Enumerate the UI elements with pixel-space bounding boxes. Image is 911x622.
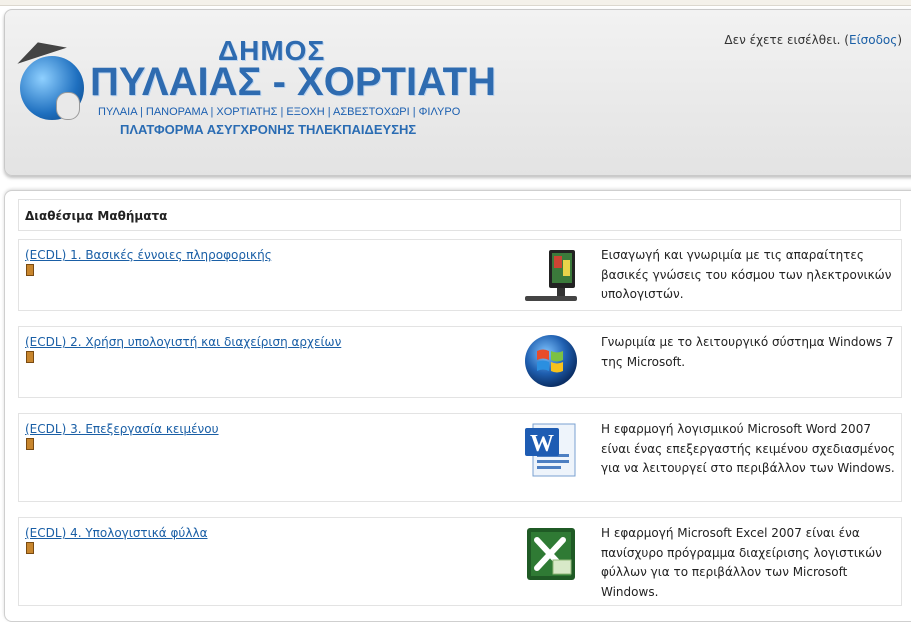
svg-text:W: W: [530, 431, 554, 457]
course-description: Εισαγωγή και γνωριμία με τις απαραίτητες…: [601, 248, 892, 301]
course-item: (ECDL) 1. Βασικές έννοιες πληροφορικής Ε…: [18, 239, 902, 311]
guest-access-icon: [26, 438, 34, 450]
windows-logo-icon: [525, 335, 577, 387]
section-title: Διαθέσιμα Μαθήματα: [18, 199, 901, 231]
guest-access-icon: [26, 542, 34, 554]
course-description: Γνωριμία με το λειτουργικό σύστημα Windo…: [601, 335, 894, 369]
login-paren: ): [897, 33, 902, 47]
word-icon: W: [525, 423, 576, 477]
course-title-link[interactable]: (ECDL) 4. Υπολογιστικά φύλλα: [25, 526, 208, 540]
course-item: (ECDL) 3. Επεξεργασία κειμένου W Η εφαρμ…: [18, 413, 902, 502]
top-strip: [0, 0, 911, 6]
logo-title-name: ΠΥΛΑΙΑΣ - ΧΟΡΤΙΑΤΗ: [90, 60, 496, 104]
computer-icon: [525, 250, 577, 301]
guest-access-icon: [26, 264, 34, 276]
login-info: Δεν έχετε εισέλθει. (Είσοδος): [724, 33, 902, 47]
course-description: Η εφαρμογή λογισμικού Microsoft Word 200…: [601, 422, 895, 475]
course-item: (ECDL) 2. Χρήση υπολογιστή και διαχείρισ…: [18, 326, 902, 398]
logo-subtitle-platform: ΠΛΑΤΦΟΡΜΑ ΑΣΥΓΧΡΟΝΗΣ ΤΗΛΕΚΠΑΙΔΕΥΣΗΣ: [120, 122, 417, 137]
course-title-link[interactable]: (ECDL) 3. Επεξεργασία κειμένου: [25, 422, 219, 436]
computer-mouse-icon: [56, 92, 80, 120]
course-item: (ECDL) 4. Υπολογιστικά φύλλα Η εφαρμογή …: [18, 517, 902, 606]
logo-subtitle-areas: ΠΥΛΑΙΑ | ΠΑΝΟΡΑΜΑ | ΧΟΡΤΙΑΤΗΣ | ΕΞΟΧΗ | …: [98, 106, 461, 118]
login-status-text: Δεν έχετε εισέλθει. (: [724, 33, 849, 47]
login-link[interactable]: Είσοδος: [849, 33, 897, 47]
course-title-link[interactable]: (ECDL) 2. Χρήση υπολογιστή και διαχείρισ…: [25, 335, 341, 349]
guest-access-icon: [26, 351, 34, 363]
course-title-link[interactable]: (ECDL) 1. Βασικές έννοιες πληροφορικής: [25, 248, 272, 262]
course-description: Η εφαρμογή Microsoft Excel 2007 είναι έν…: [601, 526, 882, 599]
excel-icon: [527, 528, 575, 580]
